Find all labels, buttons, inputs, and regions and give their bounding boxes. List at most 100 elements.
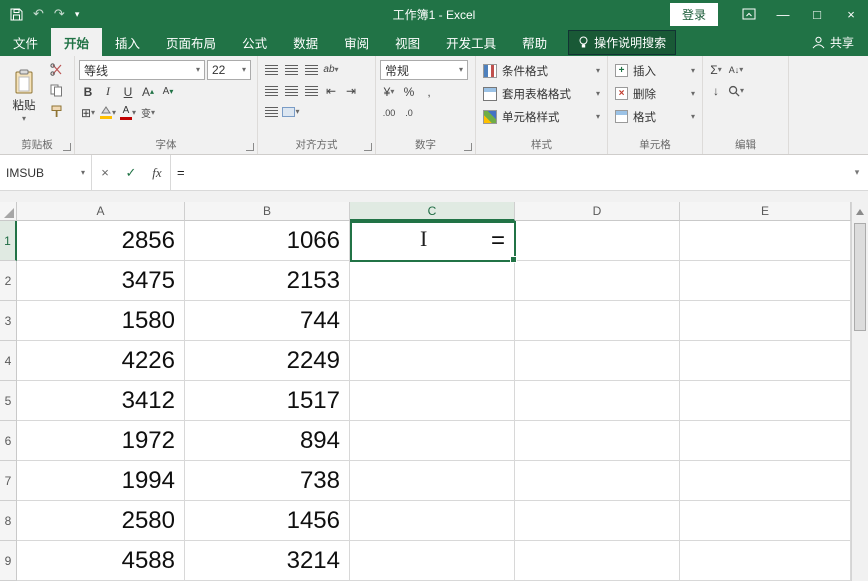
format-cells-button[interactable]: 格式 ▾ — [612, 106, 698, 127]
align-left-icon[interactable] — [262, 81, 280, 100]
column-header-a[interactable]: A — [17, 202, 185, 221]
cell-d8[interactable] — [515, 501, 680, 541]
cell-d7[interactable] — [515, 461, 680, 501]
cell-c9[interactable] — [350, 541, 515, 581]
underline-button[interactable]: U — [119, 82, 137, 101]
paste-button[interactable]: 粘贴 ▾ — [4, 60, 44, 132]
enter-button[interactable]: ✓ — [118, 155, 144, 190]
cell-c4[interactable] — [350, 341, 515, 381]
maximize-button[interactable]: □ — [800, 0, 834, 28]
cell-e1[interactable] — [680, 221, 851, 261]
cell-b4[interactable]: 2249 — [185, 341, 350, 381]
bottom-align-icon[interactable] — [302, 60, 320, 79]
close-button[interactable]: × — [834, 0, 868, 28]
minimize-button[interactable]: — — [766, 0, 800, 28]
row-header-7[interactable]: 7 — [0, 461, 17, 501]
increase-indent-icon[interactable]: ⇥ — [342, 81, 360, 100]
column-header-b[interactable]: B — [185, 202, 350, 221]
tab-data[interactable]: 数据 — [280, 28, 331, 56]
tab-insert[interactable]: 插入 — [102, 28, 153, 56]
cell-b3[interactable]: 744 — [185, 301, 350, 341]
number-format-combo[interactable]: 常规 ▾ — [380, 60, 468, 80]
cell-b8[interactable]: 1456 — [185, 501, 350, 541]
tab-formulas[interactable]: 公式 — [229, 28, 280, 56]
vertical-scrollbar[interactable] — [851, 202, 868, 581]
cell-e4[interactable] — [680, 341, 851, 381]
scrollbar-thumb[interactable] — [854, 223, 866, 331]
cell-c2[interactable] — [350, 261, 515, 301]
font-name-combo[interactable]: 等线 ▾ — [79, 60, 205, 80]
cell-a9[interactable]: 4588 — [17, 541, 185, 581]
cell-a7[interactable]: 1994 — [17, 461, 185, 501]
cell-c1[interactable]: = — [350, 221, 515, 261]
shrink-font-button[interactable]: A▾ — [159, 82, 177, 101]
cell-c7[interactable] — [350, 461, 515, 501]
cell-e2[interactable] — [680, 261, 851, 301]
accounting-format-button[interactable]: ¥▾ — [380, 82, 398, 101]
cell-b5[interactable]: 1517 — [185, 381, 350, 421]
borders-button[interactable]: ⊞▾ — [79, 103, 97, 122]
share-button[interactable]: 共享 — [798, 28, 868, 56]
cell-b2[interactable]: 2153 — [185, 261, 350, 301]
tab-view[interactable]: 视图 — [382, 28, 433, 56]
cell-a4[interactable]: 4226 — [17, 341, 185, 381]
fill-handle[interactable] — [510, 256, 517, 263]
alignment-dialog-launcher-icon[interactable] — [364, 143, 372, 151]
undo-icon[interactable]: ↶ — [33, 6, 44, 22]
cell-b1[interactable]: 1066 — [185, 221, 350, 261]
align-right-icon[interactable] — [302, 81, 320, 100]
expand-formula-bar-icon[interactable]: ▾ — [846, 155, 868, 190]
top-align-icon[interactable] — [262, 60, 280, 79]
sign-in-button[interactable]: 登录 — [670, 3, 718, 26]
font-color-button[interactable]: A▾ — [119, 103, 137, 122]
ribbon-display-options-icon[interactable] — [732, 0, 766, 28]
cell-b9[interactable]: 3214 — [185, 541, 350, 581]
cell-d4[interactable] — [515, 341, 680, 381]
cell-d1[interactable] — [515, 221, 680, 261]
merge-center-button[interactable]: ▾ — [282, 102, 300, 121]
redo-icon[interactable]: ↷ — [54, 6, 65, 22]
row-header-1[interactable]: 1 — [0, 221, 17, 261]
row-header-8[interactable]: 8 — [0, 501, 17, 541]
font-size-combo[interactable]: 22 ▾ — [207, 60, 251, 80]
cell-a8[interactable]: 2580 — [17, 501, 185, 541]
insert-cells-button[interactable]: + 插入 ▾ — [612, 60, 698, 81]
find-select-button[interactable]: ▾ — [727, 81, 745, 100]
tab-help[interactable]: 帮助 — [509, 28, 560, 56]
middle-align-icon[interactable] — [282, 60, 300, 79]
name-box[interactable]: IMSUB ▾ — [0, 155, 92, 190]
cell-b6[interactable]: 894 — [185, 421, 350, 461]
cell-c8[interactable] — [350, 501, 515, 541]
decrease-decimal-icon[interactable]: .0 — [400, 103, 418, 122]
row-header-3[interactable]: 3 — [0, 301, 17, 341]
column-header-d[interactable]: D — [515, 202, 680, 221]
delete-cells-button[interactable]: × 删除 ▾ — [612, 83, 698, 104]
cell-c3[interactable] — [350, 301, 515, 341]
tab-home[interactable]: 开始 — [51, 28, 102, 56]
grow-font-button[interactable]: A▴ — [139, 82, 157, 101]
decrease-indent-icon[interactable]: ⇤ — [322, 81, 340, 100]
orientation-button[interactable]: ab▾ — [322, 60, 340, 79]
row-header-9[interactable]: 9 — [0, 541, 17, 581]
conditional-formatting-button[interactable]: 条件格式 ▾ — [480, 60, 603, 81]
cell-e7[interactable] — [680, 461, 851, 501]
column-header-c[interactable]: C — [350, 202, 515, 221]
cancel-button[interactable]: × — [92, 155, 118, 190]
select-all-button[interactable] — [0, 202, 17, 221]
row-header-4[interactable]: 4 — [0, 341, 17, 381]
cell-d5[interactable] — [515, 381, 680, 421]
row-header-5[interactable]: 5 — [0, 381, 17, 421]
cell-e3[interactable] — [680, 301, 851, 341]
fill-button[interactable]: ↓ — [707, 81, 725, 100]
cell-c6[interactable] — [350, 421, 515, 461]
cut-icon[interactable] — [47, 60, 65, 79]
cell-a5[interactable]: 3412 — [17, 381, 185, 421]
tab-developer[interactable]: 开发工具 — [433, 28, 509, 56]
format-painter-icon[interactable] — [47, 102, 65, 121]
column-header-e[interactable]: E — [680, 202, 851, 221]
scroll-up-button[interactable] — [852, 202, 868, 221]
tab-file[interactable]: 文件 — [0, 28, 51, 56]
font-dialog-launcher-icon[interactable] — [246, 143, 254, 151]
cell-a3[interactable]: 1580 — [17, 301, 185, 341]
clipboard-dialog-launcher-icon[interactable] — [63, 143, 71, 151]
